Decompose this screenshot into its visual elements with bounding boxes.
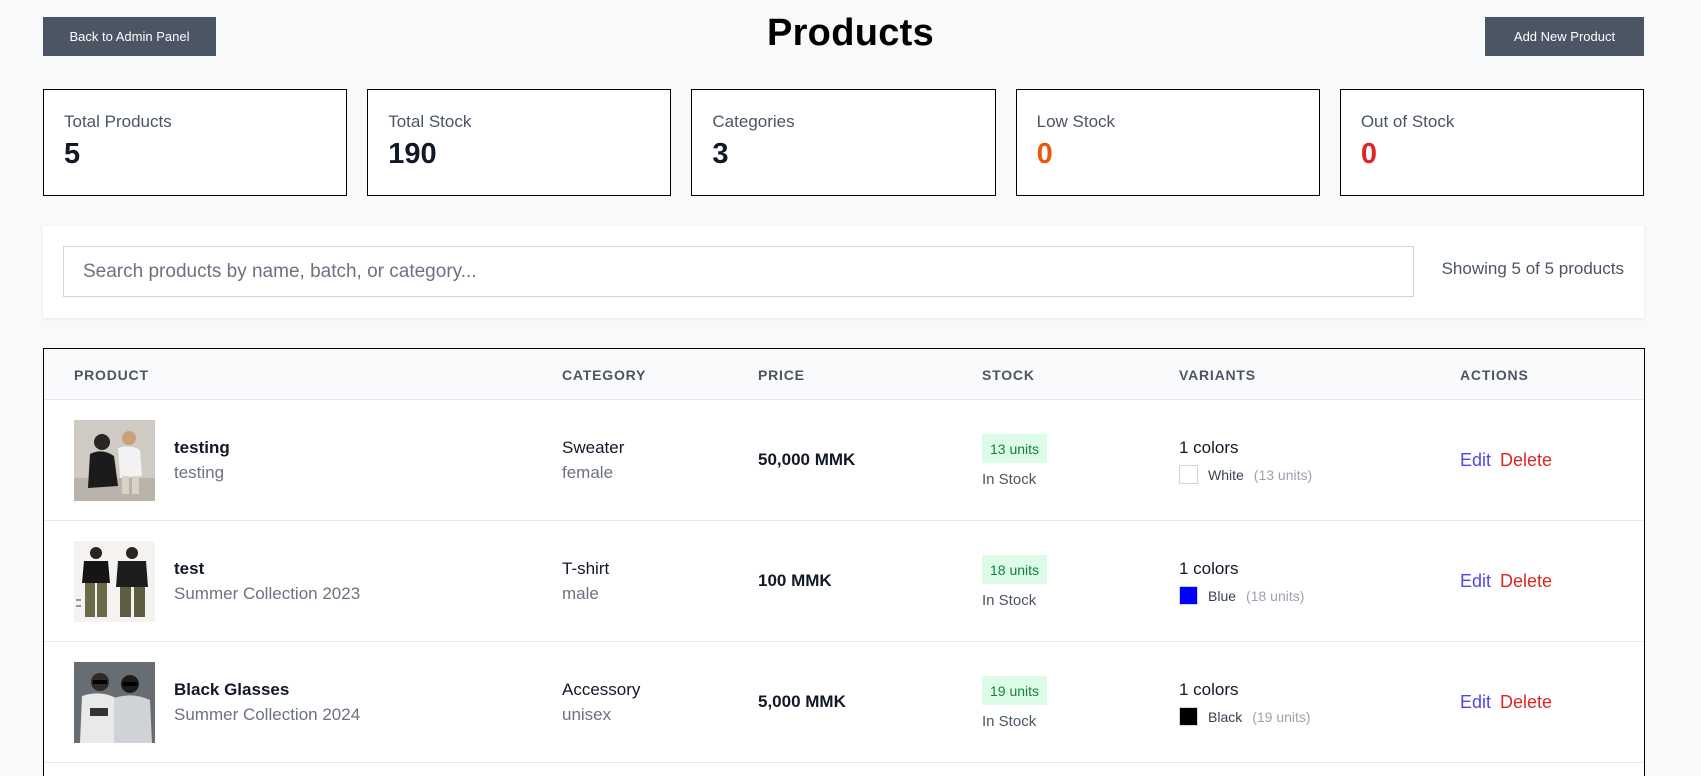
product-collection: Summer Collection 2024 [174, 705, 361, 724]
product-collection: testing [174, 463, 225, 482]
product-category: Sweater [562, 438, 625, 457]
table-row: test Summer Collection 2023 T-shirt male… [44, 521, 1644, 642]
stat-label: Out of Stock [1360, 112, 1455, 131]
variant-count: 1 colors [1179, 438, 1239, 457]
stock-badge: 19 units [982, 676, 1048, 705]
variant-units: (18 units) [1246, 587, 1305, 604]
stat-label: Categories [712, 112, 795, 131]
product-collection: Summer Collection 2023 [174, 584, 361, 603]
color-swatch [1179, 586, 1198, 605]
stock-badge: 18 units [982, 555, 1048, 584]
photo-tshirt-models-icon [74, 541, 155, 622]
stat-value: 0 [1036, 138, 1053, 170]
product-category: Accessory [562, 680, 641, 699]
stock-status: In Stock [982, 713, 1037, 730]
table-row: Black Glasses Summer Collection 2024 Acc… [44, 642, 1644, 763]
variant-color-name: Blue [1208, 587, 1237, 604]
header-stock: STOCK [982, 367, 1035, 383]
product-name: testing [174, 438, 230, 457]
delete-link[interactable]: Delete [1500, 571, 1552, 592]
search-input[interactable] [63, 246, 1414, 297]
search-panel: Showing 5 of 5 products [43, 226, 1644, 318]
stock-badge: 13 units [982, 434, 1048, 463]
header-actions: ACTIONS [1460, 367, 1529, 383]
stat-label: Total Stock [388, 112, 472, 131]
delete-link[interactable]: Delete [1500, 450, 1552, 471]
add-new-product-button[interactable]: Add New Product [1485, 17, 1644, 56]
stat-card-low-stock: Low Stock 0 [1015, 89, 1320, 196]
product-gender: unisex [562, 705, 612, 724]
stat-card-categories: Categories 3 [691, 89, 996, 196]
stock-status: In Stock [982, 592, 1037, 609]
stat-card-out-of-stock: Out of Stock 0 [1339, 89, 1645, 196]
variant-units: (13 units) [1253, 466, 1313, 483]
stat-value: 0 [1360, 138, 1377, 170]
product-price: 50,000 MMK [758, 450, 856, 469]
header-product: PRODUCT [74, 367, 149, 383]
stat-value: 5 [64, 138, 81, 170]
stat-label: Total Products [64, 112, 172, 131]
top-bar: Back to Admin Panel Products Add New Pro… [0, 0, 1701, 80]
header-category: CATEGORY [562, 367, 647, 383]
variant-count: 1 colors [1179, 680, 1239, 699]
page-title: Products [766, 12, 935, 54]
stat-card-total-stock: Total Stock 190 [367, 89, 672, 196]
product-gender: female [562, 463, 614, 482]
product-name: Black Glasses [174, 680, 290, 699]
stat-value: 3 [712, 138, 729, 170]
variant-count: 1 colors [1179, 559, 1239, 578]
variant-color-name: Black [1208, 708, 1243, 725]
edit-link[interactable]: Edit [1460, 450, 1491, 471]
variant-color-name: White [1208, 466, 1244, 483]
stats-row: Total Products 5 Total Stock 190 Categor… [43, 89, 1645, 196]
edit-link[interactable]: Edit [1460, 692, 1491, 713]
color-swatch [1179, 707, 1198, 726]
header-variants: VARIANTS [1179, 367, 1256, 383]
product-gender: male [562, 584, 599, 603]
stat-value: 190 [388, 138, 437, 170]
product-category: T-shirt [562, 559, 610, 578]
edit-link[interactable]: Edit [1460, 571, 1491, 592]
header-price: PRICE [758, 367, 805, 383]
product-name: test [174, 559, 205, 578]
products-table: PRODUCT CATEGORY PRICE STOCK VARIANTS AC… [43, 348, 1645, 776]
stat-card-total-products: Total Products 5 [43, 89, 348, 196]
variant-item: White (13 units) [1179, 465, 1312, 484]
stock-status: In Stock [982, 471, 1037, 488]
photo-two-people-icon [74, 420, 155, 501]
product-price: 100 MMK [758, 571, 832, 590]
table-header: PRODUCT CATEGORY PRICE STOCK VARIANTS AC… [44, 349, 1644, 400]
results-count: Showing 5 of 5 products [1441, 259, 1624, 278]
table-row: testing testing Sweater female 50,000 MM… [44, 400, 1644, 521]
variant-item: Blue (18 units) [1179, 586, 1304, 605]
delete-link[interactable]: Delete [1500, 692, 1552, 713]
variant-item: Black (19 units) [1179, 707, 1311, 726]
color-swatch [1179, 465, 1198, 484]
variant-units: (19 units) [1252, 708, 1311, 725]
stat-label: Low Stock [1036, 112, 1116, 131]
photo-glasses-models-icon [74, 662, 155, 743]
product-price: 5,000 MMK [758, 692, 846, 711]
